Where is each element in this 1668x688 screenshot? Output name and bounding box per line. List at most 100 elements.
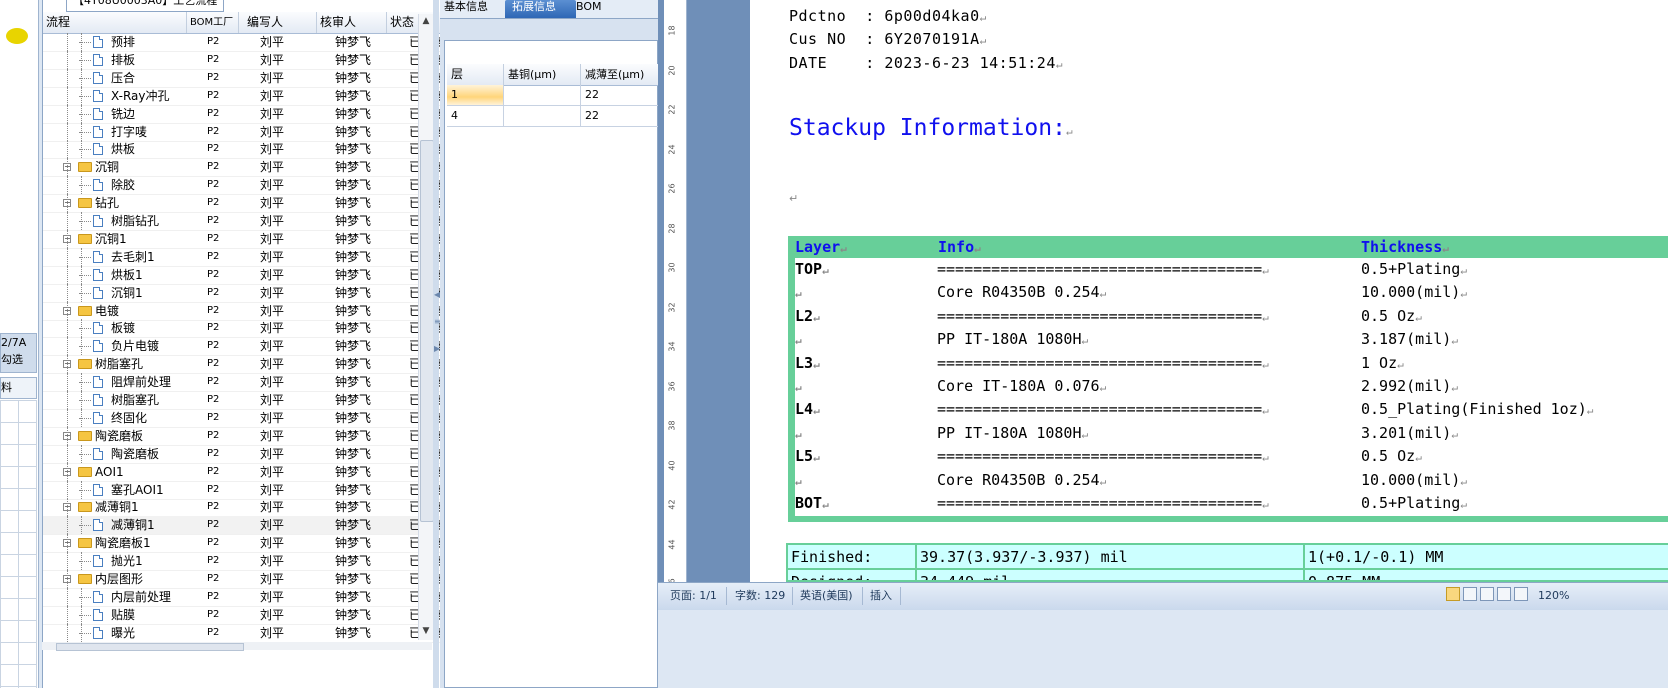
ruler-number: 40 [667, 459, 677, 471]
tree-row[interactable]: 负片电镀P2刘平钟梦飞已审核 [43, 337, 447, 357]
editor-cell: 刘平 [260, 35, 285, 49]
tree-row[interactable]: 去毛刺1P2刘平钟梦飞已审核 [43, 247, 447, 267]
tree-row[interactable]: 树脂塞孔P2刘平钟梦飞已审核 [43, 391, 447, 410]
outline-icon[interactable] [1497, 587, 1511, 601]
scroll-down-arrow-icon[interactable]: ▼ [420, 626, 432, 638]
tree-row[interactable]: −陶瓷磨板P2刘平钟梦飞已审核 [43, 426, 447, 446]
tree-row[interactable]: 曝光P2刘平钟梦飞已审核 [43, 623, 447, 643]
language-indicator[interactable]: 英语(美国) [800, 587, 853, 605]
tree-row[interactable]: 树脂钻孔P2刘平钟梦飞已审核 [43, 212, 447, 231]
tree-row[interactable]: −沉铜1P2刘平钟梦飞已审核 [43, 229, 447, 249]
column-header-base-copper[interactable]: 基铜(μm) [504, 64, 581, 85]
editor-cell: 刘平 [260, 214, 285, 228]
tree-row[interactable]: −内层图形P2刘平钟梦飞已审核 [43, 570, 447, 589]
tree-row[interactable]: −沉铜P2刘平钟梦飞已审核 [43, 158, 447, 178]
tree-row[interactable]: 终固化P2刘平钟梦飞已审核 [43, 408, 447, 428]
print-layout-icon[interactable] [1446, 587, 1460, 601]
ruler-number: 32 [667, 301, 677, 313]
column-header-reviewer[interactable]: 核审人 [317, 12, 387, 33]
process-name: 内层图形 [95, 572, 144, 586]
stackup-row: ↵ Core R04350B 0.254↵ 10.000(mil)↵ [795, 281, 1668, 304]
thickness-cell: 0.5+Plating↵ [1361, 260, 1467, 278]
column-header-thin-to[interactable]: 减薄至(μm) [581, 64, 658, 85]
tree-row[interactable]: −树脂塞孔P2刘平钟梦飞已审核 [43, 355, 447, 375]
tree-row[interactable]: 压合P2刘平钟梦飞已审核 [43, 68, 447, 88]
reviewer-cell: 钟梦飞 [335, 572, 372, 586]
page-count[interactable]: 页面: 1/1 [670, 587, 717, 605]
grid-cell-base[interactable] [504, 85, 581, 105]
document-icon [93, 411, 103, 424]
grid-cell-layer[interactable]: 4 [447, 106, 504, 126]
tree-row[interactable]: −陶瓷磨板1P2刘平钟梦飞已审核 [43, 534, 447, 554]
column-header-editor[interactable]: 编写人 [239, 12, 317, 33]
tree-row[interactable]: 预排P2刘平钟梦飞已审核 [43, 33, 447, 52]
thickness-cell: 3.201(mil)↵ [1361, 423, 1458, 442]
grid-cell-thin[interactable]: 22 [581, 106, 658, 126]
tree-row[interactable]: −钻孔P2刘平钟梦飞已审核 [43, 194, 447, 214]
reviewer-cell: 钟梦飞 [335, 536, 372, 551]
column-header-process[interactable]: 流程 [43, 12, 187, 33]
editor-cell: 刘平 [260, 410, 285, 425]
process-name: 树脂塞孔 [95, 357, 144, 372]
editor-cell: 刘平 [260, 482, 285, 497]
splitter-grip-icon[interactable]: ◀ ≡ ▶ [434, 290, 441, 360]
tree-row[interactable]: −电镀P2刘平钟梦飞已审核 [43, 301, 447, 321]
copper-grid-row[interactable]: 4 22 [447, 106, 658, 127]
grid-cell-thin[interactable]: 22 [581, 85, 658, 105]
process-tree-grid: 流程 BOM工厂 编写人 核审人 状态 预排P2刘平钟梦飞已审核排板P2刘平钟梦… [42, 0, 461, 688]
tree-row[interactable]: 沉铜1P2刘平钟梦飞已审核 [43, 283, 447, 303]
info-cell: ====================================↵ [937, 400, 1269, 419]
process-name: 除胶 [111, 178, 136, 193]
reviewer-cell: 钟梦飞 [335, 160, 372, 175]
word-count[interactable]: 字数: 129 [735, 587, 785, 605]
tree-row[interactable]: 陶瓷磨板P2刘平钟梦飞已审核 [43, 444, 447, 464]
tree-row[interactable]: 抛光1P2刘平钟梦飞已审核 [43, 552, 447, 572]
tree-row[interactable]: 除胶P2刘平钟梦飞已审核 [43, 176, 447, 196]
copper-grid-row[interactable]: 1 22 [447, 85, 658, 106]
tree-row[interactable]: 板镀P2刘平钟梦飞已审核 [43, 319, 447, 339]
bom-factory-cell: P2 [207, 590, 220, 602]
tree-horizontal-thumb[interactable] [56, 643, 244, 651]
column-header-bom-factory[interactable]: BOM工厂 [187, 12, 239, 33]
tree-row[interactable]: 贴膜P2刘平钟梦飞已审核 [43, 605, 447, 625]
tree-row[interactable]: 烘板P2刘平钟梦飞已审核 [43, 140, 447, 160]
bom-factory-cell: P2 [207, 447, 220, 459]
reviewer-cell: 钟梦飞 [335, 589, 372, 604]
column-header-layer[interactable]: 层 [447, 64, 504, 85]
tree-row[interactable]: X-Ray冲孔P2刘平钟梦飞已审核 [43, 86, 447, 106]
left-panel-tab[interactable]: 料 [0, 377, 37, 399]
scroll-up-arrow-icon[interactable]: ▲ [420, 16, 432, 28]
full-screen-reading-icon[interactable] [1463, 587, 1477, 601]
folder-icon [78, 466, 92, 477]
tree-row[interactable]: 内层前处理P2刘平钟梦飞已审核 [43, 587, 447, 607]
tree-scroll-thumb[interactable] [420, 140, 434, 522]
zoom-level[interactable]: 120% [1538, 587, 1569, 605]
editor-cell: 刘平 [260, 160, 285, 175]
tree-row[interactable]: 打字唛P2刘平钟梦飞已审核 [43, 122, 447, 142]
reviewer-cell: 钟梦飞 [335, 375, 372, 390]
draft-icon[interactable] [1514, 587, 1528, 601]
document-icon [93, 519, 103, 532]
thickness-cell: 2.992(mil)↵ [1361, 377, 1458, 395]
tree-row[interactable]: −减薄铜1P2刘平钟梦飞已审核 [43, 498, 447, 518]
tree-row[interactable]: 塞孔AOI1P2刘平钟梦飞已审核 [43, 480, 447, 500]
bom-factory-cell: P2 [207, 71, 220, 83]
tab-extended-info[interactable]: 拓展信息 [505, 0, 576, 18]
insert-mode[interactable]: 插入 [870, 587, 892, 605]
document-icon [93, 179, 103, 192]
tree-row[interactable]: 阻焊前处理P2刘平钟梦飞已审核 [43, 373, 447, 393]
spec-mil: 39.37(3.937/-3.937) mil [917, 545, 1305, 569]
web-layout-icon[interactable] [1480, 587, 1494, 601]
tree-row[interactable]: 减薄铜1P2刘平钟梦飞已审核 [43, 516, 447, 536]
tab-basic-info[interactable]: 基本信息 [444, 0, 496, 18]
info-cell: Core R04350B 0.254↵ [937, 283, 1107, 302]
stackup-row: TOP↵ ====================================… [795, 258, 1668, 281]
tree-row[interactable]: 排板P2刘平钟梦飞已审核 [43, 50, 447, 70]
tree-row[interactable]: −AOI1P2刘平钟梦飞已审核 [43, 462, 447, 482]
tree-row[interactable]: 烘板1P2刘平钟梦飞已审核 [43, 265, 447, 285]
grid-cell-layer[interactable]: 1 [447, 85, 504, 105]
bom-factory-cell: P2 [207, 573, 220, 584]
tree-row[interactable]: 铣边P2刘平钟梦飞已审核 [43, 104, 447, 124]
grid-cell-base[interactable] [504, 106, 581, 126]
tab-bom[interactable]: BOM [576, 0, 610, 18]
